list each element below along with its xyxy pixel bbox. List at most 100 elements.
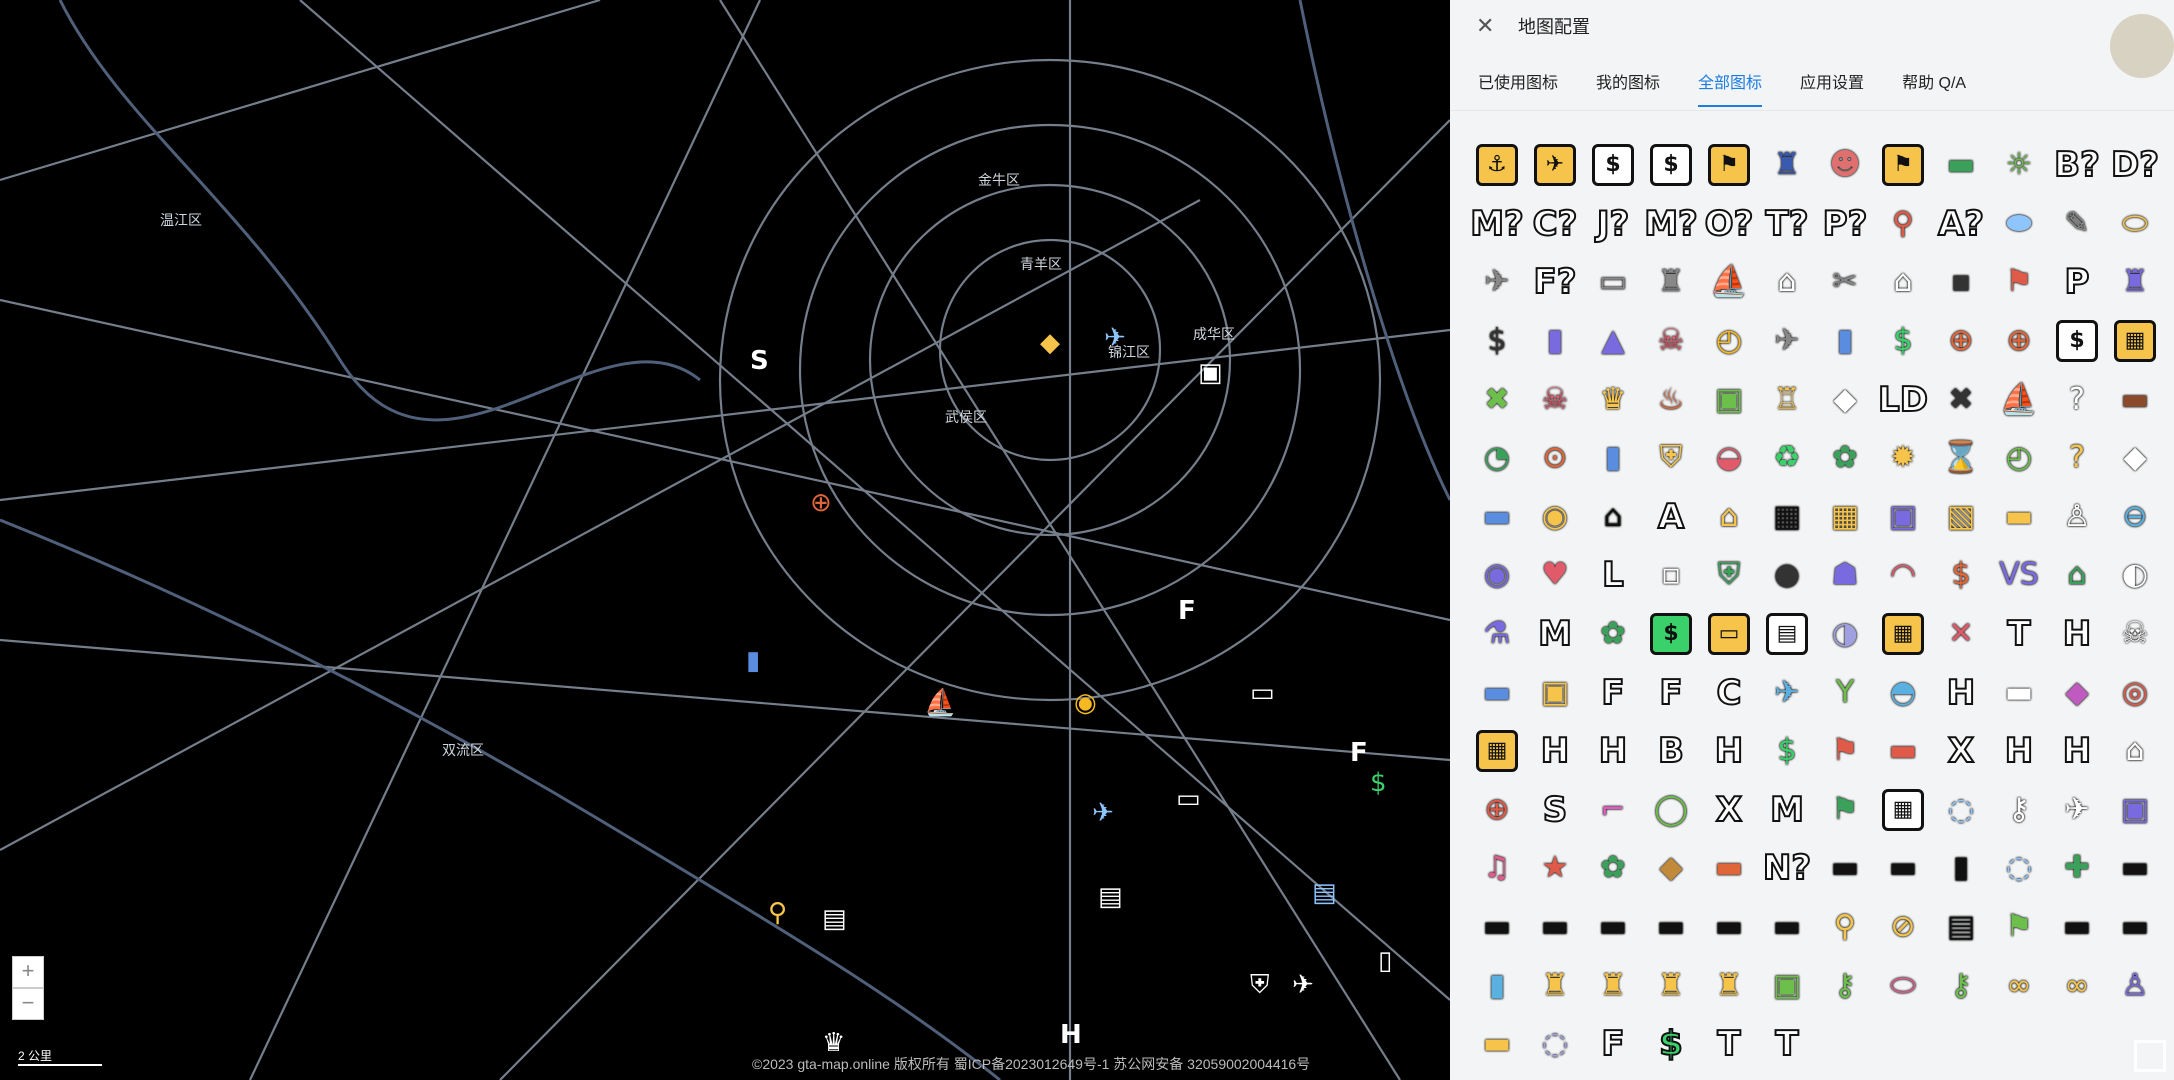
blip-h-icon[interactable]: H [1060,1022,1082,1048]
flag-race-icon[interactable]: ⚑ [1700,136,1758,195]
pie-icon[interactable]: ◑ [1816,605,1874,664]
gauge-icon[interactable]: ◠ [1874,546,1932,605]
case-icon[interactable]: ▬ [2106,370,2164,429]
fullscreen-icon[interactable] [2134,1040,2166,1072]
rifle-icon[interactable]: ▬ [2106,898,2164,957]
wolf-head-icon[interactable]: ◆ [2106,429,2164,488]
helicopter-icon[interactable]: ✈ [2048,781,2106,840]
sub-icon[interactable]: ⊖ [2106,488,2164,547]
avatar[interactable] [2110,14,2174,78]
letter-h-icon[interactable]: H [1526,722,1584,781]
vault-icon[interactable]: ▦ [1874,605,1932,664]
letter-m-icon[interactable]: M [1526,605,1584,664]
key-icon[interactable]: ⚷ [1816,956,1874,1015]
swords-icon[interactable]: ✕ [1932,605,1990,664]
castle-icon[interactable]: ♜ [1642,956,1700,1015]
crosshair-icon[interactable]: ⊕ [1990,312,2048,371]
pump-icon[interactable]: ▮ [1526,312,1584,371]
letter-x-icon[interactable]: X [1932,722,1990,781]
knife-icon[interactable]: ▬ [1468,898,1526,957]
rocket-icon[interactable]: ▲ [1584,312,1642,371]
shield-star-icon[interactable]: ★ [1526,839,1584,898]
car-top-icon[interactable]: ▮ [1584,429,1642,488]
crosshair-icon[interactable]: ⊕ [1932,312,1990,371]
dollar-green-icon[interactable]: $ [1758,722,1816,781]
parking-icon[interactable]: P [2048,253,2106,312]
letter-a-icon[interactable]: A? [1932,195,1990,254]
taxi-icon[interactable]: ▭ [1176,786,1201,812]
pin-icon[interactable]: ⚲ [1816,898,1874,957]
dollar-box-icon[interactable]: $ [2048,312,2106,371]
question-yellow-icon[interactable]: ? [2048,429,2106,488]
flask-icon[interactable]: ⚗ [1468,605,1526,664]
fire-icon[interactable]: ♨ [1642,370,1700,429]
flag-icon[interactable]: ⚑ [1990,253,2048,312]
vs-icon[interactable]: VS [1990,546,2048,605]
crosshair-dark-icon[interactable]: ⊕ [1468,781,1526,840]
house-dollar-icon[interactable]: $ [1642,136,1700,195]
target-red-icon[interactable]: ◎ [2106,663,2164,722]
bin-icon[interactable]: ▪ [1932,253,1990,312]
blimp-icon[interactable]: ⬬ [1990,195,2048,254]
flag-checker-icon[interactable]: ▦ [1874,781,1932,840]
flag-checker-icon[interactable]: ▦ [2106,312,2164,371]
parachute-icon[interactable]: ◓ [1874,663,1932,722]
house-dollar-icon[interactable]: $ [1584,136,1642,195]
dollar-green-icon[interactable]: $ [1642,1015,1700,1074]
letter-l-icon[interactable]: L [1584,546,1642,605]
id-card-icon[interactable]: ▤ [1758,605,1816,664]
hook-icon[interactable]: ⚲ [1874,195,1932,254]
blip-f-icon[interactable]: F [1178,598,1196,624]
garage-icon[interactable]: ⌂ [1584,488,1642,547]
shield-green-icon[interactable]: ⛨ [1700,546,1758,605]
castle-icon[interactable]: ♜ [1526,956,1584,1015]
coin-fire-icon[interactable]: $ [1932,546,1990,605]
pistol-icon[interactable]: ▬ [1526,898,1584,957]
phone-icon[interactable]: ▯ [1378,948,1392,974]
zoom-in-button[interactable]: + [12,956,44,988]
close-icon[interactable]: ✕ [1476,15,1496,37]
tower-icon[interactable]: ♜ [1642,253,1700,312]
bed-icon[interactable]: ▬ [1990,663,2048,722]
key-icon[interactable]: ⚷ [1990,781,2048,840]
crate-icon[interactable]: ▧ [1932,488,1990,547]
vest-icon[interactable]: ▮ [1468,956,1526,1015]
lips-icon[interactable]: ◒ [1700,429,1758,488]
plane-icon[interactable]: ✈ [1092,800,1114,826]
speech-icon[interactable]: ◌ [1932,781,1990,840]
crown-icon[interactable]: ♛ [1584,370,1642,429]
speech-blue-icon[interactable]: ◌ [1990,839,2048,898]
fox-icon[interactable]: ◆ [1642,839,1700,898]
bomb-icon[interactable]: ● [1758,546,1816,605]
skull-icon[interactable]: ☠ [1642,312,1700,371]
zoom-out-button[interactable]: − [12,988,44,1020]
house-green-icon[interactable]: ⌂ [2048,546,2106,605]
box-person-icon[interactable]: ▫ [1642,546,1700,605]
gun-icon[interactable]: ▬ [1874,839,1932,898]
gear-icon[interactable]: ✹ [1874,429,1932,488]
wrench-icon[interactable]: ✎ [2048,195,2106,254]
letter-h-icon[interactable]: H [1932,663,1990,722]
letter-d-icon[interactable]: D? [2106,136,2164,195]
letter-m-icon[interactable]: M? [1642,195,1700,254]
meditate-icon[interactable]: ♙ [2106,956,2164,1015]
map-canvas[interactable]: 温江区 金牛区 青羊区 锦江区 成华区 武侯区 双流区 S ◆ ✈ ▣ ⊕ F … [0,0,1450,1080]
pill-icon[interactable]: ⬭ [2106,195,2164,254]
ghost-icon[interactable]: ☗ [1816,546,1874,605]
pistol-icon[interactable]: ▮ [1932,839,1990,898]
building-icon[interactable]: ▦ [1758,488,1816,547]
garage-yellow-icon[interactable]: ⌂ [1700,488,1758,547]
leaf-icon[interactable]: ✿ [1584,839,1642,898]
blip-f-icon[interactable]: F [1350,740,1368,766]
letter-f-icon[interactable]: F [1584,663,1642,722]
car-icon[interactable]: ▮ [746,648,760,674]
letter-m-icon[interactable]: M [1758,781,1816,840]
castle-icon[interactable]: ♜ [1700,956,1758,1015]
letter-o-icon[interactable]: O? [1700,195,1758,254]
letter-f-icon[interactable]: F? [1526,253,1584,312]
skull-pair-icon[interactable]: ☠ [1526,370,1584,429]
letter-x-icon[interactable]: X [1700,781,1758,840]
letter-t-icon[interactable]: T [1700,1015,1758,1074]
diamond-icon[interactable]: ◆ [1040,330,1060,356]
cash-icon[interactable]: $ [1642,605,1700,664]
